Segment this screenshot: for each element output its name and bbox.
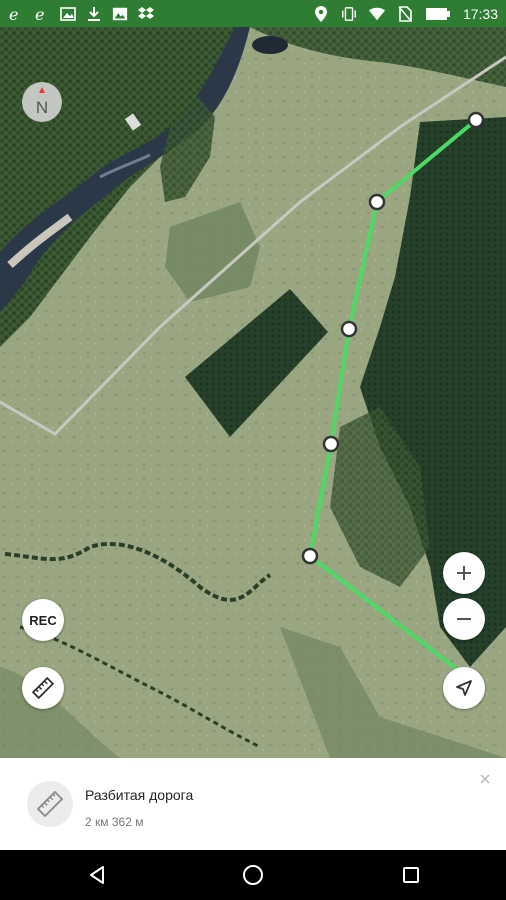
close-panel-button[interactable] bbox=[476, 770, 494, 788]
route-ruler-icon-container bbox=[27, 781, 73, 827]
route-title: Разбитая дорога bbox=[85, 787, 194, 803]
battery-icon bbox=[425, 6, 451, 22]
map-imagery bbox=[0, 27, 506, 758]
back-triangle-icon bbox=[90, 866, 104, 884]
minus-icon bbox=[457, 618, 471, 620]
ie-browser-icon: e bbox=[34, 6, 50, 22]
wifi-icon bbox=[368, 6, 385, 22]
image-icon bbox=[60, 6, 76, 22]
location-icon bbox=[313, 5, 329, 22]
rec-label: REC bbox=[29, 612, 57, 628]
status-bar: e e 17:33 bbox=[0, 0, 506, 27]
ruler-icon bbox=[32, 677, 54, 699]
route-point[interactable] bbox=[322, 435, 340, 453]
svg-text:e: e bbox=[35, 6, 44, 22]
home-circle-icon bbox=[243, 865, 263, 885]
recents-button[interactable] bbox=[398, 862, 424, 888]
navigation-arrow-icon bbox=[456, 680, 472, 696]
satellite-map[interactable]: N REC bbox=[0, 27, 506, 758]
vibrate-icon bbox=[341, 6, 357, 22]
zoom-in-button[interactable] bbox=[443, 552, 485, 594]
compass-icon: N bbox=[36, 87, 48, 117]
ruler-icon bbox=[37, 791, 63, 817]
download-icon bbox=[86, 6, 102, 22]
route-point[interactable] bbox=[467, 111, 485, 129]
home-button[interactable] bbox=[240, 862, 266, 888]
route-point[interactable] bbox=[368, 193, 386, 211]
dropbox-icon bbox=[138, 6, 154, 22]
no-sim-icon bbox=[397, 5, 413, 22]
gallery-icon bbox=[112, 6, 128, 22]
close-icon bbox=[480, 774, 490, 784]
status-time: 17:33 bbox=[462, 5, 498, 22]
back-button[interactable] bbox=[84, 862, 110, 888]
compass-label: N bbox=[36, 98, 48, 117]
my-location-button[interactable] bbox=[443, 667, 485, 709]
rec-button[interactable]: REC bbox=[22, 599, 64, 641]
route-distance: 2 км 362 м bbox=[85, 815, 144, 829]
plus-icon bbox=[457, 566, 471, 580]
recents-square-icon bbox=[403, 867, 419, 883]
route-point[interactable] bbox=[301, 547, 319, 565]
route-info-panel: Разбитая дорога 2 км 362 м bbox=[0, 758, 506, 850]
compass-button[interactable]: N bbox=[22, 82, 62, 122]
zoom-out-button[interactable] bbox=[443, 598, 485, 640]
route-point[interactable] bbox=[340, 320, 358, 338]
ie-browser-icon: e bbox=[8, 6, 24, 22]
svg-text:e: e bbox=[9, 6, 18, 22]
android-nav-bar bbox=[0, 850, 506, 900]
ruler-button[interactable] bbox=[22, 667, 64, 709]
